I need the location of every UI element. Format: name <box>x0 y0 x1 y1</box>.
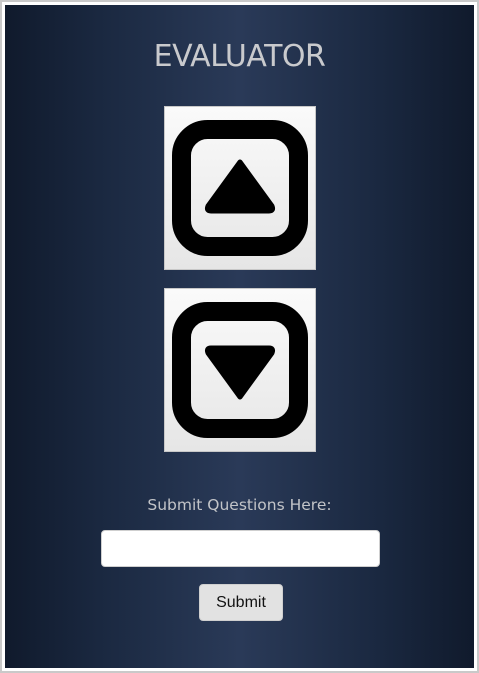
evaluator-panel: EVALUATOR Submit Questions Here: Submit <box>5 5 474 668</box>
submit-questions-label: Submit Questions Here: <box>147 496 332 514</box>
page-frame: EVALUATOR Submit Questions Here: Submit <box>0 0 479 673</box>
vote-down-button[interactable] <box>164 288 316 452</box>
page-title: EVALUATOR <box>153 39 326 74</box>
arrow-down-square-icon <box>172 302 308 438</box>
submit-button[interactable]: Submit <box>199 584 283 621</box>
arrow-up-square-icon <box>172 120 308 256</box>
question-input[interactable] <box>101 530 380 567</box>
vote-up-button[interactable] <box>164 106 316 270</box>
